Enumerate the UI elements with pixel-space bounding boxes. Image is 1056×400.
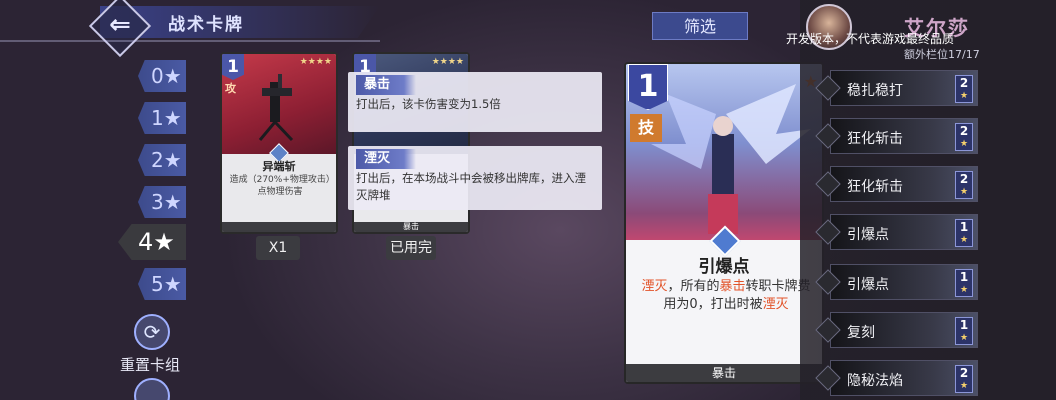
card-name: 异端斩 [262,160,296,173]
deck-list-item[interactable]: 隐秘法焰 2 ★ [815,360,978,396]
deck-list-item[interactable]: 复刻 1 ★ [815,312,978,348]
dev-build-watermark: 开发版本，不代表游戏最终品质 [786,32,955,46]
deck-list-item[interactable]: 引爆点 1 ★ [815,214,978,250]
winged-figure-art [651,84,811,234]
deck-item-cost: 1 ★ [955,317,973,345]
card-type-badge: 技 [630,114,662,142]
deck-list-item[interactable]: 狂化斩击 2 ★ [815,118,978,154]
card-yiduan-zhan[interactable]: 1 攻 ★★★★ 异端斩 造成（270%+物理攻击）点物理伤害 [220,52,338,234]
card-type-badge: 攻 [225,82,236,95]
deck-item-cost: 2 ★ [955,171,973,199]
deck-item-cost: 2 ★ [955,75,973,103]
star-filter-0[interactable]: 0★ [138,60,186,92]
star-filter-2[interactable]: 2★ [138,144,186,176]
card-stars: ★★★★ [299,57,332,67]
tooltip-title: 暴击 [356,75,417,95]
card-description: 湮灭，所有的暴击转职卡牌费用为0，打出时被湮灭 [636,278,816,314]
keyword-annihilate: 湮灭 [762,297,789,312]
refresh-icon[interactable]: ⟳ [134,314,170,350]
deck-item-label: 隐秘法焰 [847,373,903,389]
gun-icon [258,74,294,142]
tooltip-crit: 暴击 打出后，该卡伤害变为1.5倍 [348,72,602,132]
keyword-annihilate: 湮灭 [641,279,668,294]
deck-item-cost: 1 ★ [955,269,973,297]
card-stars: ★★★★ [431,57,464,67]
tooltip-text: 打出后，该卡伤害变为1.5倍 [356,97,501,111]
back-arrow-icon[interactable]: ⇐ [104,9,136,41]
card-footer: 暴击 [626,364,822,382]
deck-item-label: 狂化斩击 [847,179,903,195]
extra-slot-count: 额外栏位17/17 [904,48,980,61]
deck-list-item[interactable]: 狂化斩击 2 ★ [815,166,978,202]
deck-item-label: 引爆点 [847,277,889,293]
star-filter-4[interactable]: 4★ [118,224,186,260]
page-title: 战术卡牌 [168,15,244,35]
header-divider [0,40,380,42]
deck-item-cost: 2 ★ [955,365,973,393]
deck-item-cost: 1 ★ [955,219,973,247]
tooltip-title: 湮灭 [356,149,417,169]
deck-list-item[interactable]: 引爆点 1 ★ [815,264,978,300]
filter-button[interactable]: 筛选 [652,12,748,40]
reset-deck-button[interactable]: 重置卡组 [120,354,180,375]
tooltip-annihilate: 湮灭 打出后，在本场战斗中会被移出牌库，进入湮灭牌堆 [348,146,602,210]
star-filter-5[interactable]: 5★ [138,268,186,300]
card-cost-badge: 1 [222,54,244,80]
star-filter-3[interactable]: 3★ [138,186,186,218]
desc-text: ，所有的 [667,279,720,294]
card-name: 引爆点 [698,257,750,277]
card-used-label: 已用完 [386,236,436,260]
card-count-label: X1 [256,236,300,260]
deck-item-label: 复刻 [847,325,875,341]
secondary-action-icon[interactable] [134,378,170,400]
deck-item-cost: 2 ★ [955,123,973,151]
deck-item-label: 引爆点 [847,227,889,243]
card-cost-badge: 1 [628,64,668,110]
card-description: 造成（270%+物理攻击）点物理伤害 [229,175,331,197]
card-footer [222,222,336,232]
deck-list-item[interactable]: 稳扎稳打 2 ★ [815,70,978,106]
deck-item-label: 稳扎稳打 [847,83,903,99]
deck-item-label: 狂化斩击 [847,131,903,147]
selected-card-detail: 1 技 ★ 引爆点 湮灭，所有的暴击转职卡牌费用为0，打出时被湮灭 暴击 [624,62,824,384]
card-footer: 暴击 [354,222,468,232]
tooltip-text: 打出后，在本场战斗中会被移出牌库，进入湮灭牌堆 [356,171,586,202]
star-filter-1[interactable]: 1★ [138,102,186,134]
keyword-crit: 暴击 [719,279,746,294]
